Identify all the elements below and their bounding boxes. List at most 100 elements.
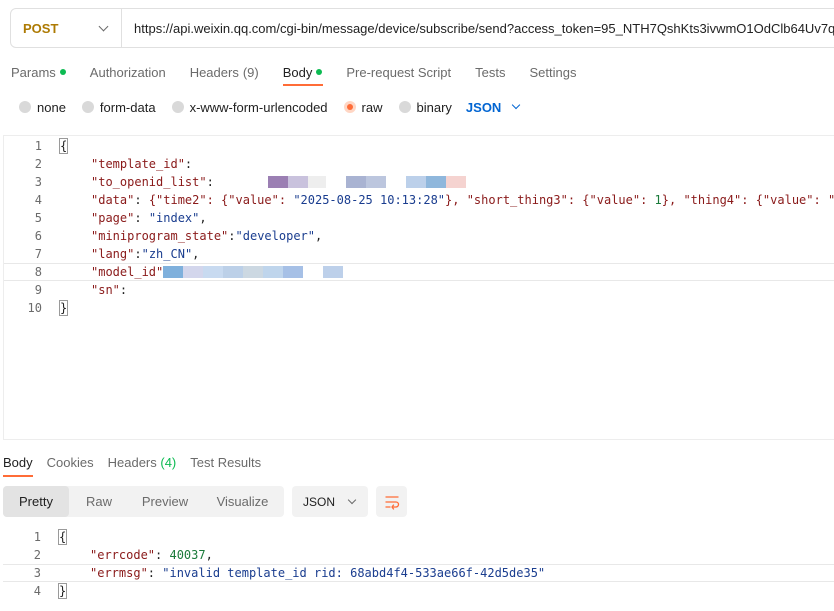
tab-label: Body bbox=[282, 64, 313, 80]
code-line: 5 "page": "index", bbox=[4, 209, 834, 227]
redacted-block bbox=[163, 266, 184, 278]
json-string: "invalid template_id rid: 68abd4f4-533ae… bbox=[162, 566, 546, 580]
json-key: }, "short_thing3": {"value": bbox=[445, 193, 655, 207]
punct: , bbox=[205, 548, 213, 562]
open-brace: { bbox=[57, 529, 68, 545]
res-tab-test-results[interactable]: Test Results bbox=[190, 455, 261, 470]
view-pretty[interactable]: Pretty bbox=[3, 486, 69, 517]
tab-count: (4) bbox=[160, 454, 177, 470]
code-line: 1 { bbox=[4, 137, 834, 155]
tab-pre-request-script[interactable]: Pre-request Script bbox=[346, 61, 451, 83]
tab-body[interactable]: Body bbox=[283, 61, 323, 83]
redacted-block bbox=[425, 176, 446, 188]
view-visualize[interactable]: Visualize bbox=[201, 486, 284, 517]
redacted-block bbox=[263, 266, 284, 278]
response-tabs: Body Cookies Headers (4) Test Results bbox=[3, 452, 275, 472]
tab-tests[interactable]: Tests bbox=[475, 61, 505, 83]
redacted-block bbox=[405, 176, 426, 188]
wrap-lines-button[interactable] bbox=[376, 486, 407, 517]
radio-icon bbox=[19, 101, 31, 113]
json-key: "miniprogram_state" bbox=[91, 229, 229, 243]
wrap-lines-icon bbox=[384, 495, 399, 510]
radio-label: raw bbox=[361, 99, 383, 115]
json-key: "sn" bbox=[91, 283, 120, 297]
chevron-down-icon bbox=[347, 495, 357, 504]
radio-form-data[interactable]: form-data bbox=[81, 100, 156, 115]
code-line: 9 "sn": bbox=[4, 281, 834, 299]
tab-label: Authorization bbox=[89, 64, 166, 80]
radio-binary[interactable]: binary bbox=[398, 99, 452, 115]
request-url-bar: POST https://api.weixin.qq.com/cgi-bin/m… bbox=[10, 8, 834, 48]
tab-label: Settings bbox=[529, 64, 577, 80]
punct: , bbox=[199, 211, 207, 225]
tab-label: Pre-request Script bbox=[346, 64, 452, 80]
line-number: 1 bbox=[34, 139, 42, 153]
json-key: "template_id" bbox=[91, 157, 185, 171]
response-format-select[interactable]: JSON bbox=[292, 486, 368, 517]
radio-selected-icon bbox=[343, 101, 356, 113]
line-number: 9 bbox=[34, 283, 42, 297]
punct: : bbox=[155, 548, 170, 562]
tab-params[interactable]: Params bbox=[11, 61, 66, 83]
code-line: 2 "template_id": bbox=[4, 155, 834, 173]
redacted-block bbox=[385, 176, 406, 188]
open-brace: { bbox=[58, 138, 69, 154]
method-select[interactable]: POST bbox=[11, 9, 123, 47]
request-body-editor[interactable]: 1 { 2 "template_id": 3 "to_openid_list":… bbox=[3, 135, 834, 440]
method-label: POST bbox=[23, 20, 59, 36]
res-tab-cookies[interactable]: Cookies bbox=[47, 455, 94, 470]
json-key: "model_id" bbox=[91, 265, 164, 279]
format-label: JSON bbox=[303, 494, 336, 509]
punct: : bbox=[206, 175, 214, 189]
code-line-active: 3 "errmsg": "invalid template_id rid: 68… bbox=[3, 564, 834, 582]
redacted-block bbox=[223, 266, 244, 278]
radio-none[interactable]: none bbox=[19, 100, 66, 115]
radio-x-www-form-urlencoded[interactable]: x-www-form-urlencoded bbox=[171, 99, 328, 115]
tab-label: Tests bbox=[475, 64, 506, 80]
radio-icon bbox=[171, 101, 184, 113]
line-number: 2 bbox=[34, 157, 42, 171]
redacted-block bbox=[243, 266, 264, 278]
line-number: 5 bbox=[34, 211, 42, 225]
active-tab-indicator bbox=[3, 475, 33, 477]
json-key: }, "thing4": {"value": " bbox=[661, 193, 834, 207]
body-format-select[interactable]: JSON bbox=[466, 100, 521, 115]
json-key: "to_openid_list" bbox=[91, 175, 207, 189]
line-number: 4 bbox=[34, 193, 42, 207]
close-brace: } bbox=[58, 300, 69, 316]
punct: : bbox=[228, 229, 236, 243]
redacted-block bbox=[307, 176, 326, 188]
active-tab-indicator bbox=[283, 84, 323, 86]
view-preview[interactable]: Preview bbox=[129, 486, 201, 517]
url-input[interactable]: https://api.weixin.qq.com/cgi-bin/messag… bbox=[122, 21, 834, 36]
redacted-block bbox=[287, 176, 308, 188]
res-tab-body[interactable]: Body bbox=[3, 455, 33, 470]
tab-settings[interactable]: Settings bbox=[529, 61, 576, 83]
view-mode-segmented: Pretty Raw Preview Visualize bbox=[3, 486, 284, 517]
res-tab-headers[interactable]: Headers (4) bbox=[108, 455, 177, 470]
view-raw[interactable]: Raw bbox=[69, 486, 129, 517]
json-key: {"time2": {"value": bbox=[148, 193, 294, 207]
tab-authorization[interactable]: Authorization bbox=[90, 61, 166, 83]
tab-count: (9) bbox=[242, 64, 259, 80]
response-body-viewer: 1 { 2 "errcode": 40037, 3 "errmsg": "inv… bbox=[3, 528, 834, 608]
redacted-block bbox=[323, 266, 344, 278]
punct: : bbox=[134, 247, 142, 261]
radio-icon bbox=[81, 101, 94, 113]
code-line: 6 "miniprogram_state": "developer", bbox=[4, 227, 834, 245]
radio-label: x-www-form-urlencoded bbox=[189, 99, 328, 115]
line-number: 8 bbox=[34, 265, 42, 279]
code-line: 10 } bbox=[4, 299, 834, 317]
json-key: "errmsg" bbox=[90, 566, 148, 580]
punct: , bbox=[315, 229, 323, 243]
code-line: 4 "data": {"time2": {"value": "2025-08-2… bbox=[4, 191, 834, 209]
tab-headers[interactable]: Headers (9) bbox=[190, 61, 259, 83]
radio-raw[interactable]: raw bbox=[343, 99, 383, 115]
radio-label: binary bbox=[416, 99, 452, 115]
punct: : bbox=[134, 193, 149, 207]
punct: : bbox=[184, 157, 193, 171]
request-tabs: Params Authorization Headers (9) Body Pre… bbox=[11, 60, 600, 84]
code-line: 4 } bbox=[3, 582, 834, 600]
redacted-block bbox=[203, 266, 224, 278]
line-number: 10 bbox=[27, 301, 42, 315]
